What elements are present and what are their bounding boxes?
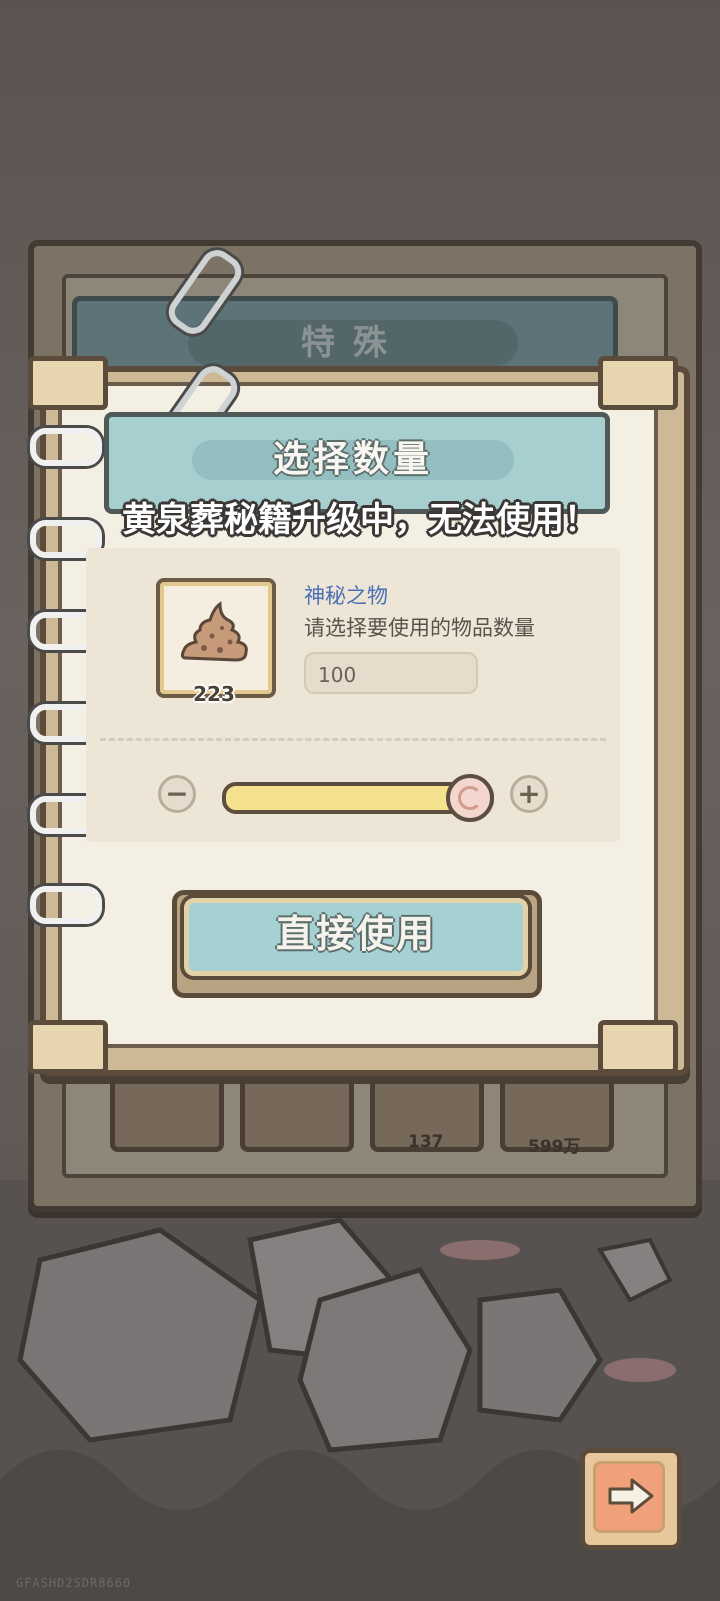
divider [100,738,606,741]
binder-ring [30,428,102,466]
use-button-label[interactable]: 直接使用 [184,898,528,976]
item-name: 神秘之物 [304,584,388,608]
dialog-title: 选择数量 [272,439,433,480]
slider-handle[interactable] [446,774,494,822]
item-description: 请选择要使用的物品数量 [304,616,535,640]
background-title: 特殊 [301,323,405,363]
quantity-input[interactable]: 100 [304,652,478,694]
decrease-button[interactable]: − [158,775,196,813]
next-button[interactable] [580,1448,682,1550]
arrow-right-icon [608,1478,654,1514]
background-slot-count: 599万 [528,1137,581,1157]
book-corner [598,1020,678,1074]
minus-icon: − [165,777,189,810]
watermark: GFASHD2SDR8660 [16,1576,132,1590]
item-count: 223 [193,682,235,706]
book-corner [28,356,108,410]
binder-ring [30,886,102,924]
swirl-icon [458,786,482,810]
background-slot-count: 137 [408,1132,444,1152]
background-slot [240,1070,354,1152]
increase-button[interactable]: + [510,775,548,813]
book-corner [598,356,678,410]
background-slot [110,1070,224,1152]
mysterious-item-icon [180,601,248,662]
error-toast: 黄泉葬秘籍升级中，无法使用！ [122,500,598,540]
book-corner [28,1020,108,1074]
plus-icon: + [517,777,541,810]
